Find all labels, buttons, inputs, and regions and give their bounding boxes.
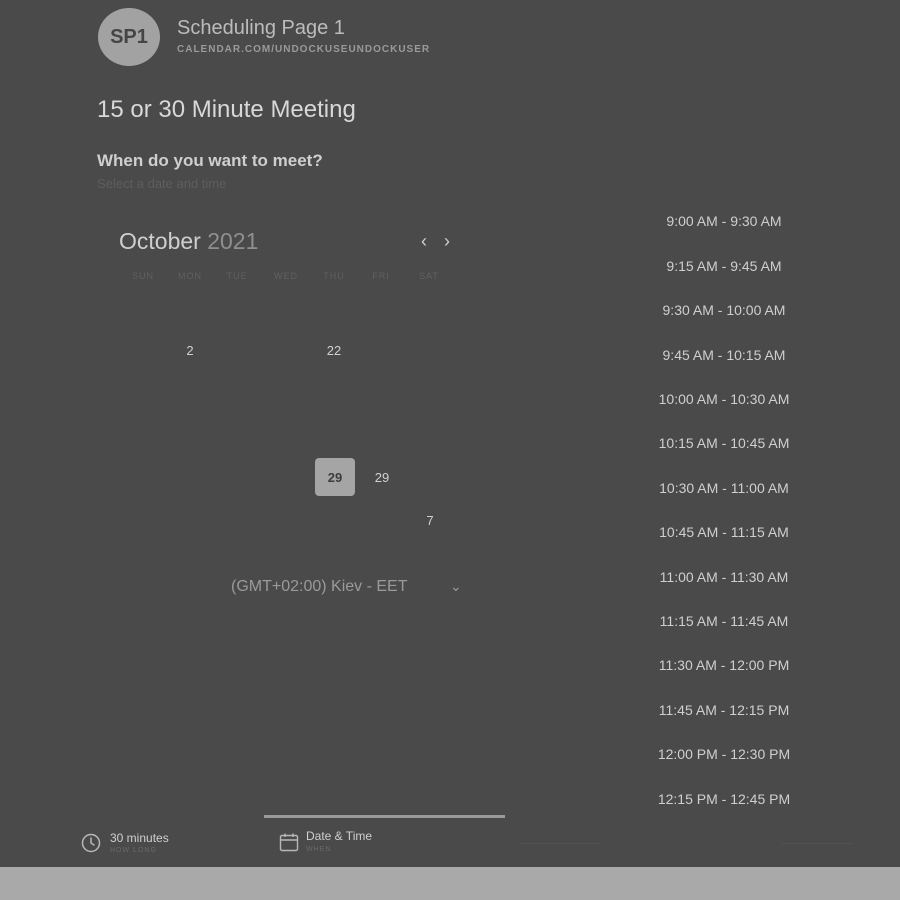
chevron-right-icon[interactable]: › <box>444 231 450 252</box>
time-slot[interactable]: 10:45 AM - 11:15 AM <box>640 512 808 552</box>
meeting-title: 15 or 30 Minute Meeting <box>97 96 356 123</box>
time-slot[interactable]: 9:30 AM - 10:00 AM <box>640 290 808 330</box>
time-slot[interactable]: 9:00 AM - 9:30 AM <box>640 201 808 241</box>
weekday-wed: WED <box>274 271 298 281</box>
active-step-indicator <box>264 815 505 818</box>
scheduling-page-url[interactable]: CALENDAR.COM/UNDOCKUSEUNDOCKUSER <box>177 44 430 55</box>
time-slot[interactable]: 11:00 AM - 11:30 AM <box>640 557 808 597</box>
step-datetime-title: Date & Time <box>306 829 373 843</box>
time-slot[interactable]: 11:30 AM - 12:00 PM <box>640 645 808 685</box>
time-slot[interactable]: 10:15 AM - 10:45 AM <box>640 423 808 463</box>
time-slot[interactable]: 10:00 AM - 10:30 AM <box>640 379 808 419</box>
year-name: 2021 <box>207 228 259 254</box>
calendar-day-selected[interactable]: 29 <box>315 458 355 496</box>
month-name: October <box>119 228 201 254</box>
weekday-thu: THU <box>323 271 345 281</box>
weekday-tue: TUE <box>226 271 248 281</box>
calendar-day[interactable]: 29 <box>362 458 402 496</box>
time-slot[interactable]: 9:45 AM - 10:15 AM <box>640 335 808 375</box>
chevron-down-icon[interactable]: ⌄ <box>450 578 462 595</box>
time-slot[interactable]: 10:30 AM - 11:00 AM <box>640 468 808 508</box>
chevron-left-icon[interactable]: ‹ <box>421 231 427 252</box>
step-datetime-subtitle: WHEN <box>306 846 332 853</box>
time-slot[interactable]: 11:45 AM - 12:15 PM <box>640 690 808 730</box>
weekday-sat: SAT <box>419 271 439 281</box>
time-slot[interactable]: 9:15 AM - 9:45 AM <box>640 246 808 286</box>
weekday-sun: SUN <box>131 271 154 281</box>
step-duration-title: 30 minutes <box>110 831 169 845</box>
when-instruction: Select a date and time <box>97 176 227 191</box>
calendar-month-label: October 2021 <box>119 228 258 255</box>
bottom-strip <box>0 867 900 900</box>
avatar: SP1 <box>98 8 160 66</box>
step-confirm-placeholder <box>782 833 852 844</box>
timezone-select[interactable]: (GMT+02:00) Kiev - EET <box>231 578 408 596</box>
scheduling-page-name: Scheduling Page 1 <box>177 17 345 39</box>
when-heading: When do you want to meet? <box>97 151 323 170</box>
scheduling-page: SP1 Scheduling Page 1 CALENDAR.COM/UNDOC… <box>0 0 900 867</box>
time-slot[interactable]: 11:15 AM - 11:45 AM <box>640 601 808 641</box>
calendar-day[interactable]: 2 <box>170 331 210 369</box>
calendar-day[interactable]: 7 <box>410 501 450 539</box>
weekday-fri: FRI <box>372 271 390 281</box>
step-details-placeholder <box>520 833 600 844</box>
weekday-mon: MON <box>178 271 202 281</box>
time-slot[interactable]: 12:15 PM - 12:45 PM <box>640 779 808 819</box>
calendar-icon <box>279 832 299 857</box>
step-duration-subtitle: HOW LONG <box>110 847 157 854</box>
calendar-day[interactable]: 22 <box>314 331 354 369</box>
clock-icon <box>81 833 101 858</box>
time-slot[interactable]: 12:00 PM - 12:30 PM <box>640 734 808 774</box>
